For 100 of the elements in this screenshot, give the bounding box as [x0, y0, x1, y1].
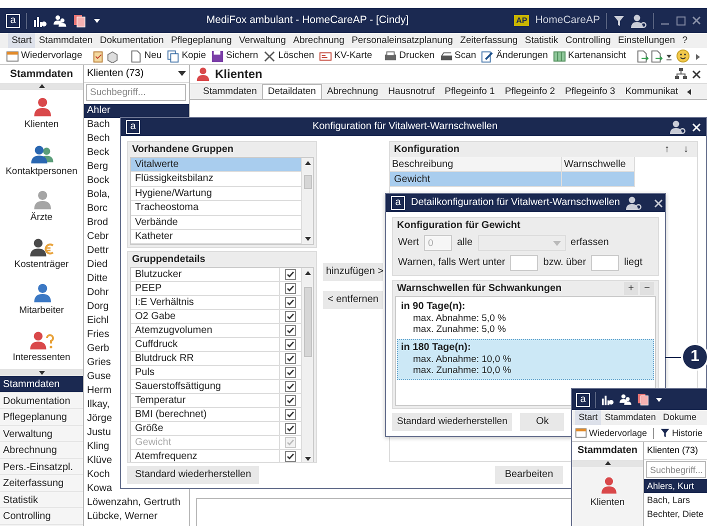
- input-field[interactable]: [591, 255, 620, 271]
- scrollbar-thumb[interactable]: [304, 175, 312, 189]
- remove-button[interactable]: −: [640, 282, 654, 295]
- edit-button[interactable]: Bearbeiten: [495, 466, 563, 484]
- scroll-up-arrow-icon[interactable]: [38, 83, 46, 90]
- menu-item[interactable]: Einstellungen: [614, 33, 679, 48]
- checkbox[interactable]: [285, 353, 296, 364]
- menu-item[interactable]: Zeiterfassung: [456, 33, 522, 48]
- menu-item[interactable]: Dokumentation: [96, 33, 168, 48]
- scrollbar-thumb[interactable]: [304, 287, 312, 358]
- toolbar-button[interactable]: Kartenansicht: [550, 50, 628, 62]
- remove-button[interactable]: < entfernen: [323, 291, 383, 309]
- threshold-item[interactable]: in 90 Tage(n): max. Abnahme: 5,0 % max. Zunahme: 5,0 %: [397, 298, 654, 339]
- checkbox[interactable]: [285, 297, 296, 308]
- close-icon[interactable]: [692, 70, 701, 78]
- toolbar-button[interactable]: KV-Karte: [317, 50, 374, 62]
- tab[interactable]: Hausnotruf: [383, 84, 440, 99]
- scroll-left-arrow-icon[interactable]: [685, 88, 694, 95]
- module-button[interactable]: Ärzte: [0, 183, 83, 230]
- list-item[interactable]: Flüssigkeitsbilanz: [131, 172, 301, 187]
- add-button[interactable]: hinzufügen >: [323, 263, 383, 281]
- smiley-icon[interactable]: [676, 49, 690, 63]
- move-up-button[interactable]: ↑: [660, 143, 674, 156]
- checkbox[interactable]: [285, 367, 296, 378]
- list-item[interactable]: Vitalwerte: [131, 158, 301, 172]
- module-button[interactable]: Kontaktpersonen: [0, 136, 83, 183]
- toolbar-button[interactable]: Löschen: [261, 50, 316, 62]
- checkbox[interactable]: [285, 381, 296, 392]
- threshold-item[interactable]: in 180 Tage(n): max. Abnahme: 10,0 % max. Zunahme: 10,0 %: [397, 338, 654, 380]
- menu-item[interactable]: Dokume: [659, 410, 700, 425]
- tab[interactable]: Stammdaten: [198, 84, 262, 99]
- clipboard-icon[interactable]: [92, 50, 106, 62]
- checkbox[interactable]: [285, 325, 296, 336]
- module-button[interactable]: Mitarbeiter: [0, 276, 83, 322]
- scroll-down-arrow-icon[interactable]: [304, 235, 312, 242]
- menu-item[interactable]: Statistik: [521, 33, 562, 48]
- client-row[interactable]: Ahler: [84, 104, 189, 118]
- checkbox[interactable]: [285, 451, 296, 462]
- toolbar-button[interactable]: Sichern: [209, 50, 260, 62]
- toolbar-button[interactable]: Neu: [127, 50, 164, 62]
- scroll-down-arrow-icon[interactable]: [304, 455, 312, 462]
- document-arrow-icon[interactable]: [636, 50, 650, 62]
- tab[interactable]: Pflegeinfo 3: [560, 84, 620, 99]
- input-field[interactable]: [510, 255, 538, 271]
- filter-icon[interactable]: [613, 14, 625, 26]
- client-row[interactable]: Ahlers, Kurt: [644, 479, 707, 493]
- scrollbar[interactable]: [301, 268, 313, 462]
- document-arrow-icon[interactable]: [650, 50, 664, 62]
- scroll-up-arrow-icon[interactable]: [304, 160, 312, 167]
- scrollbar[interactable]: [301, 158, 313, 244]
- documents-icon[interactable]: [73, 14, 87, 28]
- expand-arrow-icon[interactable]: [694, 52, 702, 60]
- checkbox[interactable]: [285, 395, 296, 406]
- menu-item[interactable]: Pflegeplanung: [167, 33, 236, 48]
- tab[interactable]: Detaildaten: [262, 84, 322, 99]
- dropdown-arrow-icon[interactable]: [93, 17, 101, 24]
- menu-item[interactable]: Abrechnung: [290, 33, 348, 48]
- scroll-up-arrow-icon[interactable]: [604, 460, 612, 467]
- menu-item[interactable]: ?: [678, 33, 692, 48]
- app-logo[interactable]: a: [6, 14, 20, 28]
- tab[interactable]: Kommunikat: [620, 84, 684, 99]
- list-item[interactable]: Tracheostoma: [131, 201, 301, 216]
- chart-icon[interactable]: [601, 393, 614, 406]
- menu-item[interactable]: Verwaltung: [235, 33, 290, 48]
- move-down-button[interactable]: ↓: [679, 143, 693, 156]
- users-icon[interactable]: [53, 14, 67, 28]
- scroll-down-arrow-icon[interactable]: [38, 369, 46, 376]
- checkbox[interactable]: [285, 423, 296, 434]
- menu-item[interactable]: Start: [8, 33, 36, 48]
- toolbar-button[interactable]: Drucken: [382, 50, 437, 62]
- menu-item[interactable]: Personaleinsatzplanung: [348, 33, 457, 48]
- maximize-icon[interactable]: [676, 16, 686, 26]
- app-logo[interactable]: a: [126, 120, 140, 134]
- users-icon[interactable]: [619, 393, 632, 406]
- toolbar-button[interactable]: Historie: [658, 428, 705, 438]
- module-button[interactable]: Interessenten: [0, 322, 83, 369]
- dropdown-arrow-icon[interactable]: [655, 396, 663, 403]
- menu-item[interactable]: Stammdaten: [35, 33, 96, 48]
- app-logo[interactable]: a: [391, 196, 405, 210]
- ok-button[interactable]: Ok: [520, 413, 564, 431]
- list-item[interactable]: Katheter: [131, 230, 301, 244]
- menu-item[interactable]: Stammdaten: [601, 410, 660, 425]
- scroll-up-arrow-icon[interactable]: [304, 270, 312, 278]
- tab[interactable]: Pflegeinfo 2: [500, 84, 560, 99]
- checkbox[interactable]: [285, 339, 296, 350]
- hierarchy-icon[interactable]: [675, 68, 687, 80]
- documents-icon[interactable]: [637, 393, 650, 406]
- checkbox[interactable]: [285, 311, 296, 322]
- tab[interactable]: Pflegeinfo 1: [440, 84, 500, 99]
- add-button[interactable]: +: [624, 282, 638, 295]
- module-button[interactable]: Kostenträger: [0, 230, 83, 276]
- restore-defaults-button[interactable]: Standard wiederherstellen: [392, 413, 512, 431]
- tab[interactable]: Abrechnung: [322, 84, 384, 99]
- search-field[interactable]: Suchbegriff...: [646, 461, 706, 478]
- toolbar-button[interactable]: Wiedervorlage: [4, 50, 84, 62]
- list-item[interactable]: Hygiene/Wartung: [131, 186, 301, 202]
- toolbar-button[interactable]: Scan: [438, 50, 478, 62]
- menu-item[interactable]: Controlling: [562, 33, 614, 48]
- module-button[interactable]: Klienten: [590, 467, 625, 508]
- search-field[interactable]: Suchbegriff...: [86, 84, 186, 101]
